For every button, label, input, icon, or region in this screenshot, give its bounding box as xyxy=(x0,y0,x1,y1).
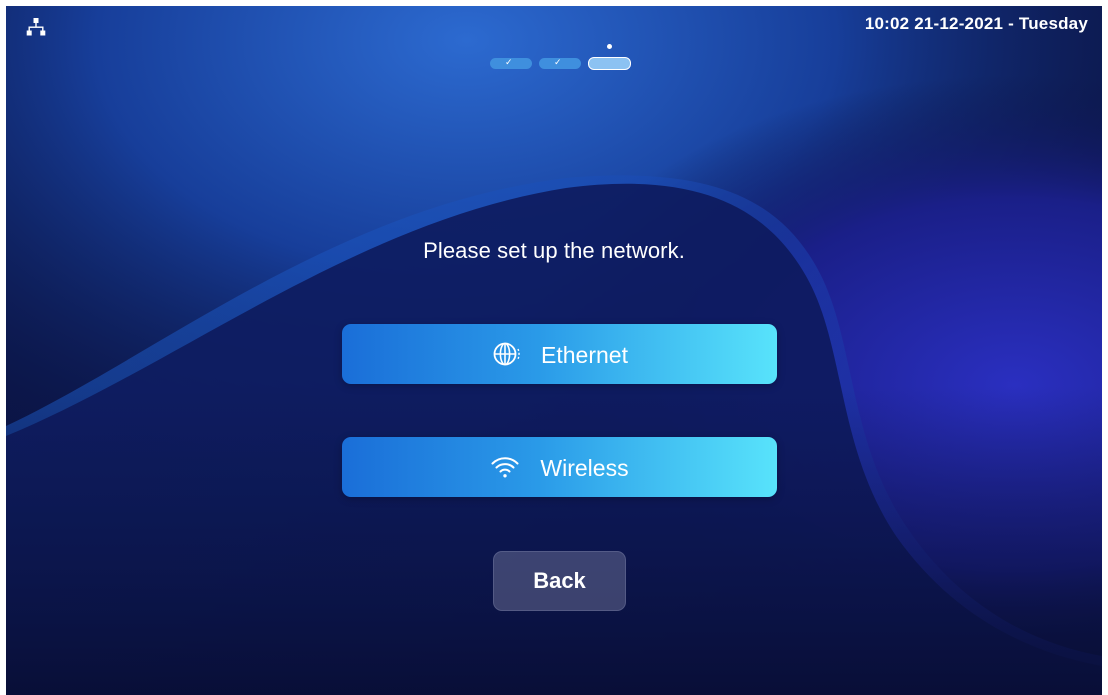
checkmark-icon: ✓ xyxy=(554,58,562,68)
wifi-icon xyxy=(491,457,519,478)
wireless-button[interactable]: Wireless xyxy=(342,437,777,497)
progress-step-3-current xyxy=(588,44,631,70)
ethernet-globe-icon xyxy=(493,342,520,366)
setup-prompt: Please set up the network. xyxy=(423,238,685,263)
ethernet-button[interactable]: Ethernet xyxy=(342,324,777,384)
checkmark-icon: ✓ xyxy=(505,58,513,68)
network-topology-icon xyxy=(26,18,46,36)
current-step-dot-icon xyxy=(607,44,612,49)
setup-screen: 10:02 21-12-2021 - Tuesday ✓ ✓ Please se… xyxy=(6,6,1102,695)
progress-step-2-completed: ✓ xyxy=(539,58,581,69)
back-button[interactable]: Back xyxy=(493,551,626,611)
datetime-display: 10:02 21-12-2021 - Tuesday xyxy=(864,14,1088,33)
progress-step-1-completed: ✓ xyxy=(490,58,532,69)
setup-progress-indicator: ✓ ✓ xyxy=(490,44,650,78)
status-bar: 10:02 21-12-2021 - Tuesday xyxy=(6,6,1102,40)
wireless-label: Wireless xyxy=(540,454,629,481)
ethernet-label: Ethernet xyxy=(541,341,628,368)
